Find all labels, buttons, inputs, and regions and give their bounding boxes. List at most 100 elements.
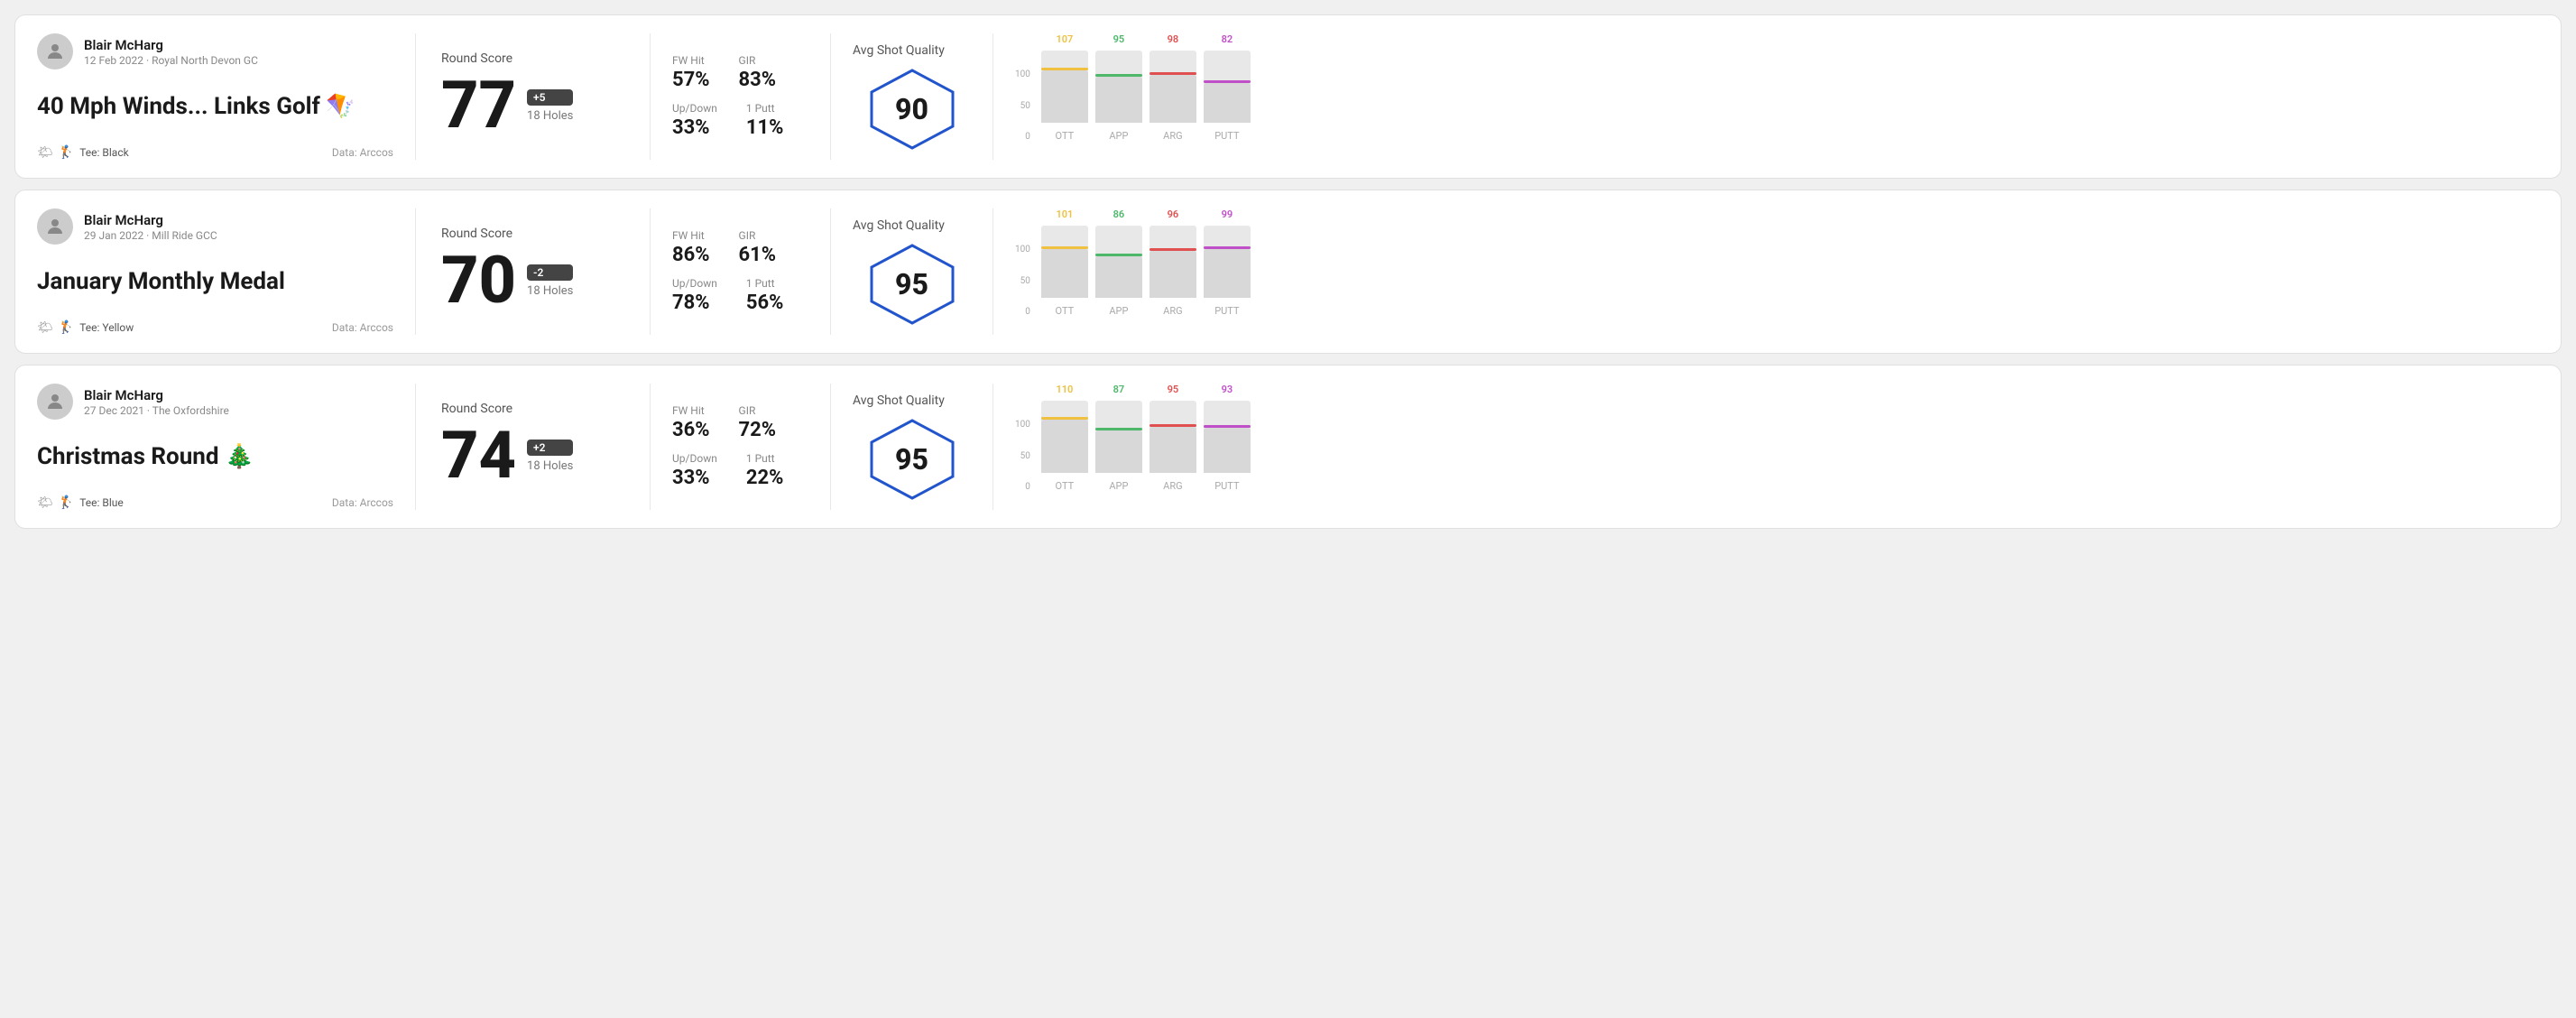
bar-line (1041, 246, 1088, 249)
user-info: Blair McHarg12 Feb 2022 · Royal North De… (84, 37, 258, 67)
bag-icon: 🏌 (59, 145, 74, 160)
gir-value: 72% (739, 419, 777, 441)
y-axis-label: 100 (1015, 420, 1030, 430)
y-axis-label: 100 (1015, 245, 1030, 255)
bar-group: 107 OTT (1041, 33, 1088, 142)
bar-group: 95APP (1095, 33, 1142, 142)
one-putt-label: 1 Putt (746, 102, 784, 115)
bar-wrapper (1041, 401, 1088, 473)
one-putt-value: 11% (746, 116, 784, 139)
gir-value: 61% (739, 244, 777, 266)
stat-pair-bottom: Up/Down 78% 1 Putt 56% (672, 277, 808, 314)
bar-line (1095, 74, 1142, 77)
up-down-stat: Up/Down 33% (672, 452, 717, 489)
user-row: Blair McHarg29 Jan 2022 · Mill Ride GCC (37, 208, 393, 245)
bar-x-label: PUTT (1214, 305, 1239, 317)
bar-line (1041, 417, 1088, 420)
bar-wrapper (1095, 401, 1142, 473)
date-course: 27 Dec 2021 · The Oxfordshire (84, 404, 229, 417)
data-source-label: Data: Arccos (332, 496, 393, 509)
bar-line (1095, 428, 1142, 430)
bar-value-label: 86 (1113, 208, 1125, 220)
fw-hit-stat: FW Hit 57% (672, 54, 710, 91)
bar-fill (1150, 427, 1196, 473)
up-down-label: Up/Down (672, 102, 717, 115)
bottom-row: 🌤 🏌 Tee: Black Data: Arccos (37, 145, 393, 160)
gir-value: 83% (739, 69, 777, 91)
hexagon-container: 95 (867, 419, 957, 500)
bar-fill (1041, 70, 1088, 123)
bar-fill (1150, 75, 1196, 123)
y-axis-label: 0 (1015, 132, 1030, 142)
bar-fill (1204, 83, 1251, 123)
bar-group: 86 APP (1095, 208, 1142, 317)
gir-stat: GIR 61% (739, 229, 777, 266)
bar-x-label: OTT (1056, 130, 1075, 142)
data-source-label: Data: Arccos (332, 321, 393, 334)
gir-label: GIR (739, 54, 777, 67)
bar-group: 93PUTT (1204, 384, 1251, 492)
score-row: 77+518 Holes (441, 73, 624, 138)
bar-value-label: 95 (1168, 384, 1179, 395)
bar-wrapper (1204, 226, 1251, 298)
gir-label: GIR (739, 229, 777, 242)
bar-fill (1041, 420, 1088, 473)
y-axis-label: 50 (1015, 451, 1030, 461)
user-row: Blair McHarg27 Dec 2021 · The Oxfordshir… (37, 384, 393, 420)
quality-score: 90 (895, 92, 928, 126)
bar-x-label: APP (1109, 305, 1128, 317)
left-section: Blair McHarg12 Feb 2022 · Royal North De… (37, 33, 416, 160)
user-name: Blair McHarg (84, 212, 217, 228)
bar-group: 96ARG (1150, 208, 1196, 317)
score-section: Round Score70-218 Holes (416, 208, 651, 335)
bar-fill (1095, 430, 1142, 473)
fw-hit-value: 86% (672, 244, 710, 266)
bar-x-label: ARG (1163, 130, 1182, 142)
user-name: Blair McHarg (84, 37, 258, 53)
bar-wrapper (1041, 51, 1088, 123)
holes-label: 18 Holes (527, 459, 573, 473)
round-score-label: Round Score (441, 402, 624, 416)
round-score-label: Round Score (441, 227, 624, 241)
round-title: 40 Mph Winds... Links Golf 🪁 (37, 93, 393, 121)
holes-label: 18 Holes (527, 109, 573, 123)
y-axis-label: 100 (1015, 69, 1030, 79)
gir-stat: GIR 72% (739, 404, 777, 441)
y-axis-label: 50 (1015, 101, 1030, 111)
fw-hit-label: FW Hit (672, 404, 710, 417)
bar-fill (1204, 249, 1251, 298)
bar-fill (1150, 251, 1196, 298)
bar-x-label: PUTT (1214, 130, 1239, 142)
bar-wrapper (1150, 226, 1196, 298)
bar-group: 95ARG (1150, 384, 1196, 492)
round-card-round-1: Blair McHarg12 Feb 2022 · Royal North De… (14, 14, 2562, 179)
bar-x-label: APP (1109, 480, 1128, 492)
avatar (37, 384, 73, 420)
bar-chart: 100500101OTT86APP96ARG99PUTT (1015, 208, 2539, 335)
one-putt-stat: 1 Putt 56% (746, 277, 784, 314)
bar-line (1150, 424, 1196, 427)
bar-value-label: 87 (1113, 384, 1125, 395)
chart-section: 100500107OTT95APP98ARG82PUTT (993, 33, 2539, 160)
score-badge-column: +218 Holes (527, 440, 573, 473)
fw-hit-stat: FW Hit 36% (672, 404, 710, 441)
up-down-stat: Up/Down 33% (672, 102, 717, 139)
bar-wrapper (1150, 51, 1196, 123)
quality-section: Avg Shot Quality 95 (831, 384, 993, 510)
data-source-label: Data: Arccos (332, 146, 393, 159)
bar-value-label: 107 (1056, 33, 1073, 45)
gir-label: GIR (739, 404, 777, 417)
y-axis: 100 50 0 (1015, 69, 1030, 142)
score-value: 70 (441, 248, 516, 313)
bar-wrapper (1041, 226, 1088, 298)
tee-info: 🌤 🏌 Tee: Black (37, 145, 129, 160)
round-title: January Monthly Medal (37, 268, 393, 296)
bar-x-label: APP (1109, 130, 1128, 142)
bar-chart: 100500107OTT95APP98ARG82PUTT (1015, 33, 2539, 160)
tee-label: Tee: Black (79, 146, 128, 159)
bar-group: 101OTT (1041, 208, 1088, 317)
bar-wrapper (1204, 51, 1251, 123)
fw-hit-value: 57% (672, 69, 710, 91)
one-putt-stat: 1 Putt 22% (746, 452, 784, 489)
one-putt-label: 1 Putt (746, 277, 784, 290)
